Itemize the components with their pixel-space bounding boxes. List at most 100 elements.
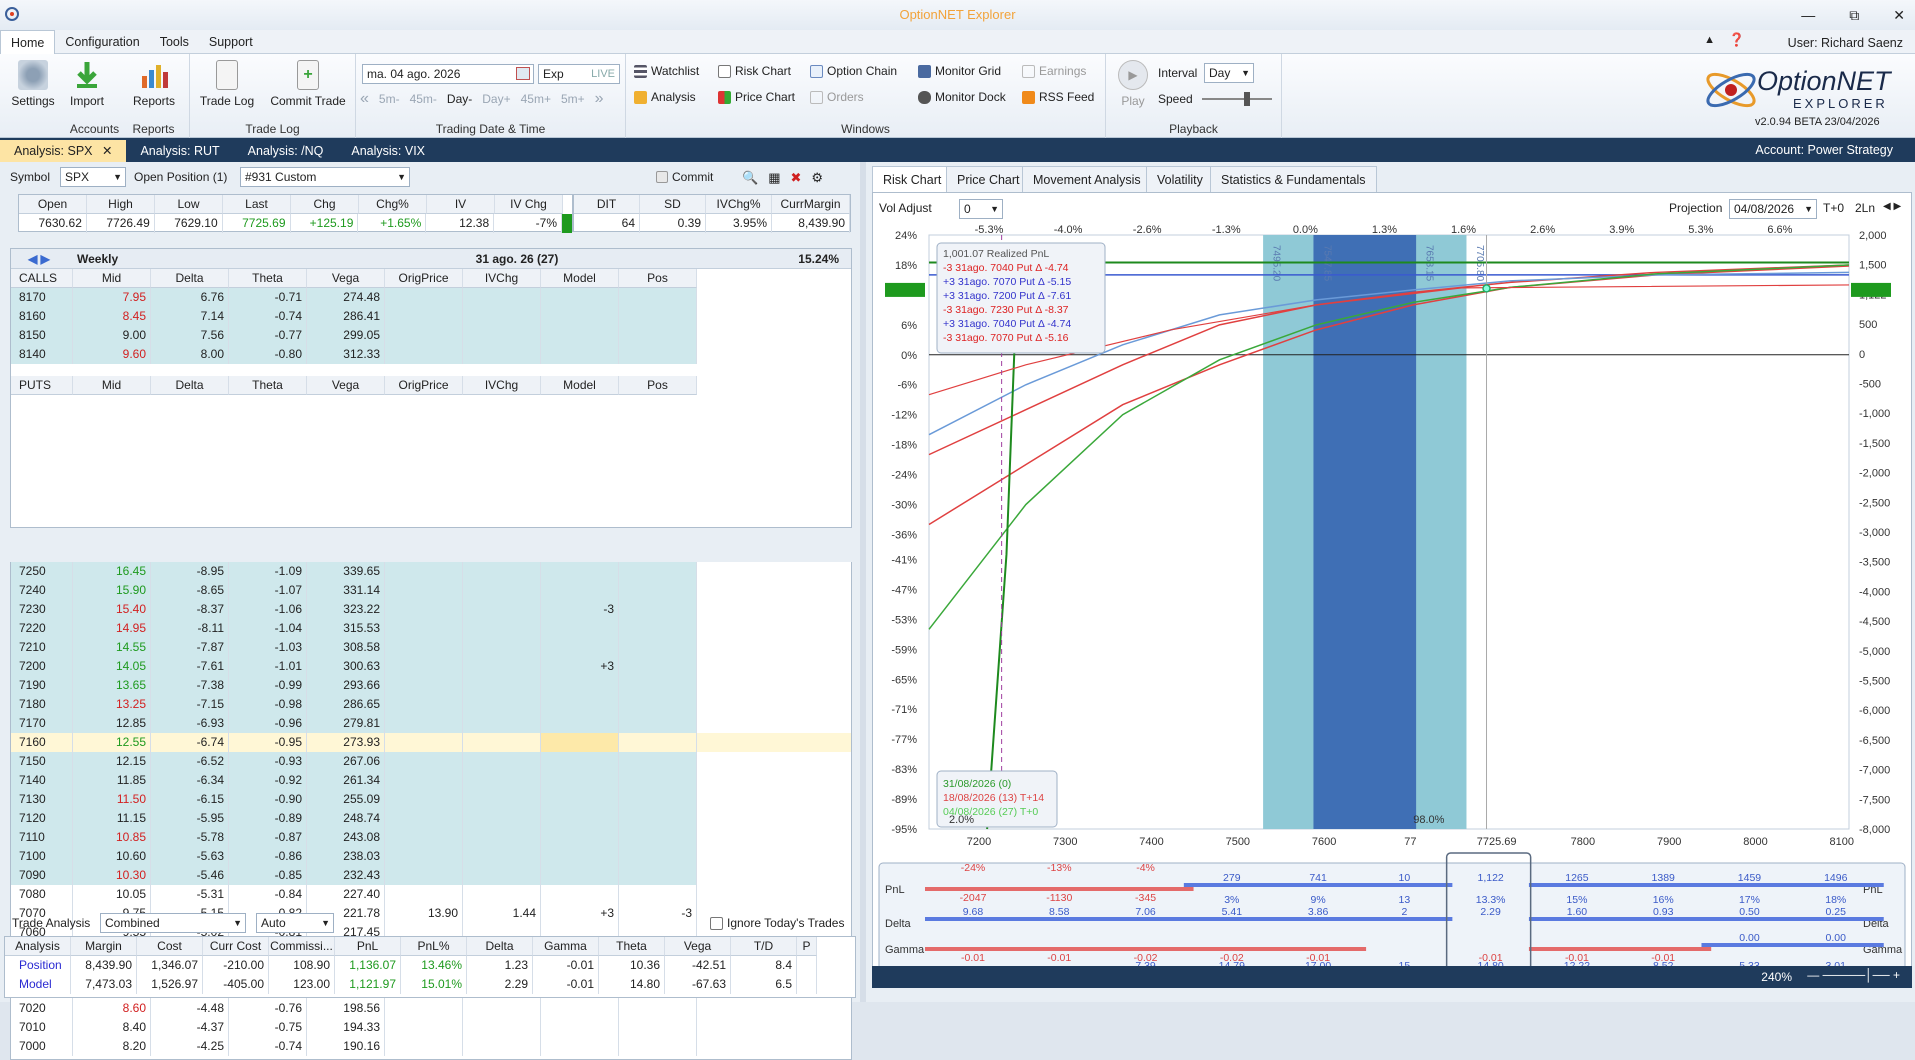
speed-slider[interactable]: [1202, 92, 1272, 106]
chain-cell[interactable]: 8.20: [73, 1037, 151, 1056]
chain-row[interactable]: 7120 11.15 -5.95 -0.89 248.74: [11, 809, 851, 828]
chain-cell[interactable]: [619, 288, 697, 307]
monitor-grid-button[interactable]: Monitor Grid: [918, 64, 1001, 78]
chain-cell[interactable]: [385, 790, 463, 809]
chain-cell[interactable]: [541, 638, 619, 657]
chain-cell[interactable]: [463, 828, 541, 847]
chain-cell[interactable]: -0.98: [229, 695, 307, 714]
chain-cell[interactable]: [385, 771, 463, 790]
earnings-button[interactable]: Earnings: [1022, 64, 1086, 78]
chain-cell[interactable]: +3: [541, 657, 619, 676]
chain-cell[interactable]: 11.15: [73, 809, 151, 828]
rss-feed-button[interactable]: RSS Feed: [1022, 90, 1094, 104]
step-back-icon[interactable]: «: [360, 90, 369, 108]
trade-analysis-select[interactable]: Combined ▼: [100, 913, 246, 933]
menu-home[interactable]: Home: [0, 29, 56, 54]
price-chart-button[interactable]: Price Chart: [718, 90, 795, 104]
delete-icon[interactable]: ✖: [790, 170, 801, 186]
chain-cell[interactable]: 7.14: [151, 307, 229, 326]
chain-cell[interactable]: [463, 1018, 541, 1037]
chain-row[interactable]: 8160 8.45 7.14 -0.74 286.41: [11, 307, 851, 326]
chain-row[interactable]: 8150 9.00 7.56 -0.77 299.05: [11, 326, 851, 345]
magnifier-icon[interactable]: 🔍: [742, 170, 758, 186]
chain-cell[interactable]: [619, 600, 697, 619]
option-chain-button[interactable]: Option Chain: [810, 64, 897, 78]
step-5[interactable]: 5m+: [561, 92, 585, 106]
auto-select[interactable]: Auto ▼: [256, 913, 334, 933]
chain-cell[interactable]: 261.34: [307, 771, 385, 790]
chain-cell[interactable]: 12.55: [73, 733, 151, 752]
minimize-icon[interactable]: —: [1801, 7, 1815, 23]
chain-cell[interactable]: [385, 657, 463, 676]
chain-cell[interactable]: [541, 809, 619, 828]
chain-cell[interactable]: -7.38: [151, 676, 229, 695]
chain-cell[interactable]: [541, 562, 619, 581]
chain-cell[interactable]: [541, 676, 619, 695]
chain-cell[interactable]: [463, 1037, 541, 1056]
close-icon[interactable]: ✕: [1893, 7, 1905, 24]
restore-icon[interactable]: ⧉: [1849, 7, 1859, 24]
chain-cell[interactable]: 323.22: [307, 600, 385, 619]
projection-date-select[interactable]: 04/08/2026 ▼: [1729, 199, 1817, 219]
chain-cell[interactable]: [463, 847, 541, 866]
chain-cell[interactable]: [463, 345, 541, 364]
analysis-button[interactable]: Analysis: [634, 90, 696, 104]
chain-cell[interactable]: [541, 288, 619, 307]
chain-cell[interactable]: 11.85: [73, 771, 151, 790]
chart-tab-0[interactable]: Risk Chart: [872, 166, 953, 192]
chain-cell[interactable]: [619, 657, 697, 676]
chain-cell[interactable]: -5.46: [151, 866, 229, 885]
chain-cell[interactable]: -0.74: [229, 1037, 307, 1056]
monitor-dock-button[interactable]: Monitor Dock: [918, 90, 1006, 104]
grid-icon[interactable]: ▦: [768, 170, 780, 186]
chain-cell[interactable]: [463, 600, 541, 619]
chain-cell[interactable]: 1.44: [463, 904, 541, 923]
chain-cell[interactable]: -0.80: [229, 345, 307, 364]
chain-cell[interactable]: [541, 714, 619, 733]
chain-cell[interactable]: -4.37: [151, 1018, 229, 1037]
chain-cell[interactable]: -0.96: [229, 714, 307, 733]
chain-cell[interactable]: [541, 771, 619, 790]
chain-row[interactable]: 8140 9.60 8.00 -0.80 312.33: [11, 345, 851, 364]
chain-cell[interactable]: [541, 619, 619, 638]
chain-cell[interactable]: [541, 1018, 619, 1037]
chain-cell[interactable]: -0.89: [229, 809, 307, 828]
chain-cell[interactable]: 13.65: [73, 676, 151, 695]
chain-cell[interactable]: 308.58: [307, 638, 385, 657]
chain-cell[interactable]: -1.06: [229, 600, 307, 619]
chain-cell[interactable]: [541, 345, 619, 364]
chain-cell[interactable]: 315.53: [307, 619, 385, 638]
chain-cell[interactable]: 13.90: [385, 904, 463, 923]
chain-cell[interactable]: 10.60: [73, 847, 151, 866]
chain-cell[interactable]: [619, 1037, 697, 1056]
chain-cell[interactable]: 10.05: [73, 885, 151, 904]
trading-date-input[interactable]: ma. 04 ago. 2026: [362, 64, 534, 84]
chain-cell[interactable]: -5.95: [151, 809, 229, 828]
chain-cell[interactable]: -0.74: [229, 307, 307, 326]
chain-cell[interactable]: 6.76: [151, 288, 229, 307]
menu-tools[interactable]: Tools: [150, 30, 199, 54]
chain-cell[interactable]: 16.45: [73, 562, 151, 581]
chain-cell[interactable]: [385, 307, 463, 326]
chain-cell[interactable]: -1.07: [229, 581, 307, 600]
chain-cell[interactable]: [619, 866, 697, 885]
account-label[interactable]: Account: Power Strategy: [1755, 143, 1893, 157]
chain-cell[interactable]: [619, 1018, 697, 1037]
chain-cell[interactable]: 9.00: [73, 326, 151, 345]
chain-cell[interactable]: [385, 1037, 463, 1056]
chain-cell[interactable]: 293.66: [307, 676, 385, 695]
calendar-icon[interactable]: [516, 67, 530, 80]
settings-icon[interactable]: ⚙: [811, 170, 823, 186]
chain-cell[interactable]: [463, 790, 541, 809]
menu-support[interactable]: Support: [199, 30, 263, 54]
chain-row[interactable]: 7190 13.65 -7.38 -0.99 293.66: [11, 676, 851, 695]
chain-cell[interactable]: 274.48: [307, 288, 385, 307]
commit-trade-button[interactable]: + Commit Trade: [264, 60, 352, 108]
chain-cell[interactable]: 273.93: [307, 733, 385, 752]
ta-row[interactable]: Position 8,439.90 1,346.07 -210.00 108.90 1,1…: [5, 956, 855, 975]
chain-cell[interactable]: [385, 809, 463, 828]
risk-chart-button[interactable]: Risk Chart: [718, 64, 791, 78]
interval-select[interactable]: Day ▼: [1204, 63, 1254, 83]
chain-cell[interactable]: 227.40: [307, 885, 385, 904]
chart-tab-2[interactable]: Movement Analysis: [1022, 166, 1152, 192]
